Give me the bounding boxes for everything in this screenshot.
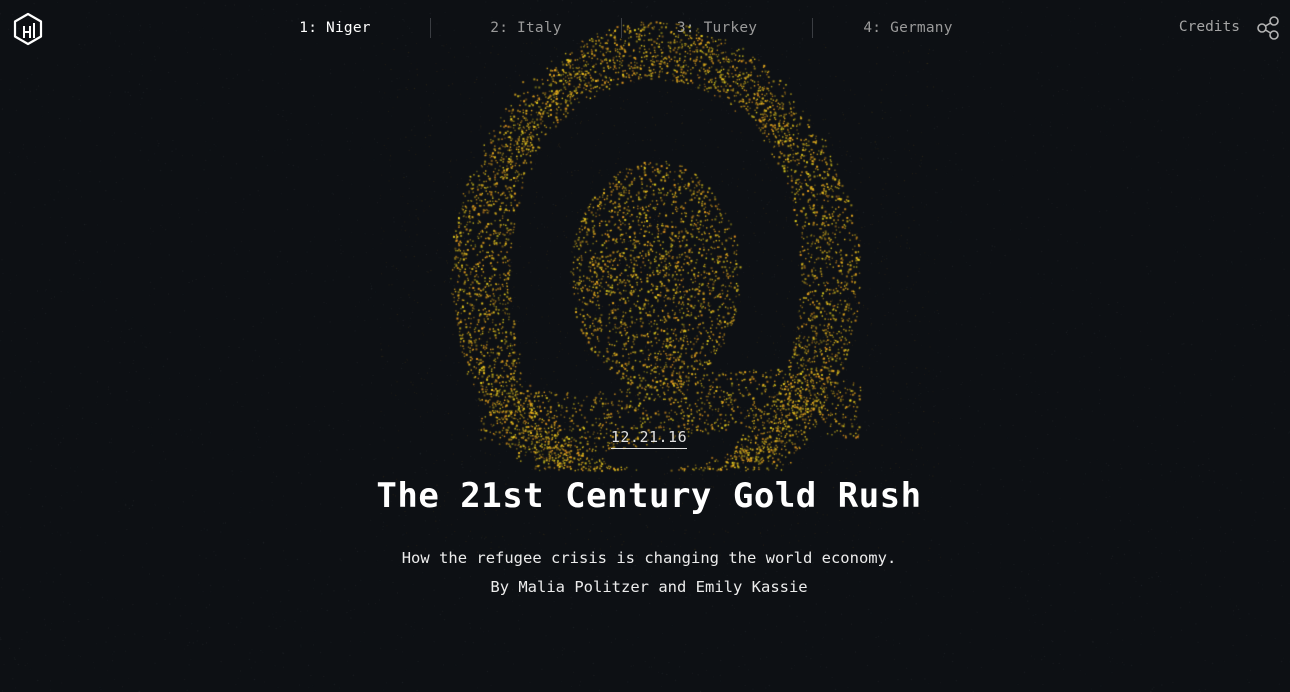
publish-date-link[interactable]: 12.21.16: [610, 428, 688, 449]
credits-link[interactable]: Credits: [1179, 19, 1240, 35]
page-subtitle: How the refugee crisis is changing the w…: [401, 549, 897, 567]
publish-date: 12.21.16: [0, 428, 1290, 449]
chapter-nav: 1: Niger 2: Italy 3: Turkey 4: Germany: [240, 0, 1003, 56]
nav-chapter-germany[interactable]: 4: Germany: [813, 20, 1003, 36]
byline: By Malia Politzer and Emily Kassie: [490, 578, 808, 596]
share-icon[interactable]: [1256, 16, 1280, 40]
nav-chapter-niger[interactable]: 1: Niger: [240, 20, 430, 36]
page-title: The 21st Century Gold Rush: [376, 476, 922, 516]
nav-chapter-italy[interactable]: 2: Italy: [431, 20, 621, 36]
hexagon-logo-icon[interactable]: [12, 12, 44, 46]
nav-chapter-turkey[interactable]: 3: Turkey: [622, 20, 812, 36]
